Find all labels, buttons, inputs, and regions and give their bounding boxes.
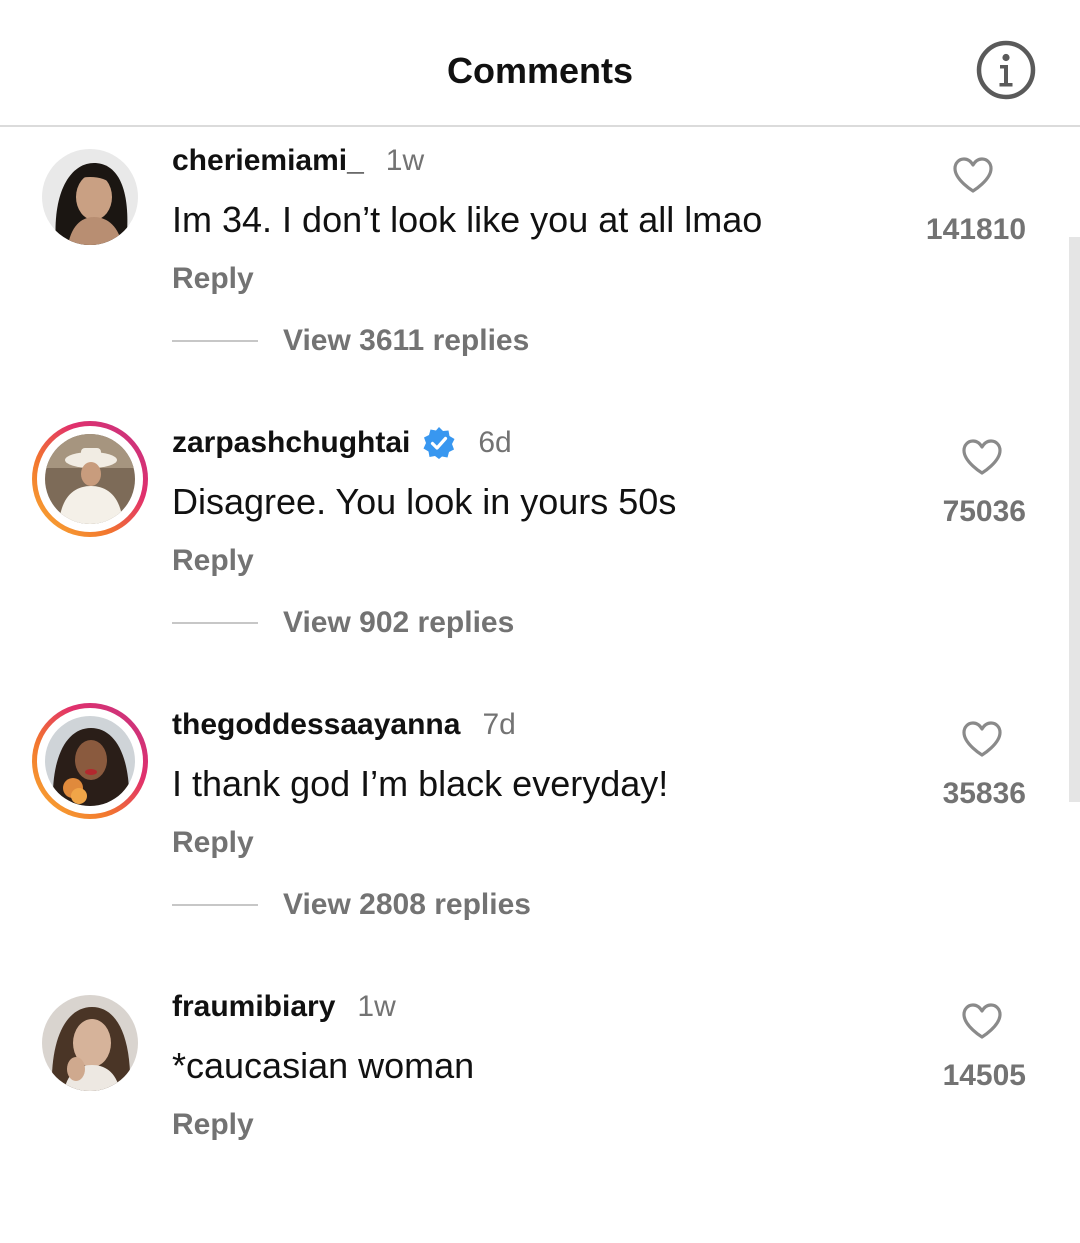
view-replies-button[interactable]: View 3611 replies	[172, 321, 529, 361]
username[interactable]: thegoddessaayanna	[172, 708, 460, 742]
like-count: 14505	[942, 1059, 1026, 1092]
timestamp: 7d	[482, 708, 516, 741]
username[interactable]: cheriemiami_	[172, 144, 364, 178]
like-count: 75036	[942, 495, 1026, 528]
like-count: 35836	[942, 777, 1026, 810]
heart-icon[interactable]	[951, 155, 995, 195]
avatar[interactable]	[32, 421, 148, 537]
reply-button[interactable]: Reply	[172, 544, 254, 578]
comment-item: cheriemiami_ 1w Im 34. I don’t look like…	[0, 127, 1060, 397]
view-replies-button[interactable]: View 902 replies	[172, 603, 514, 643]
comment-text: *caucasian woman	[172, 1045, 475, 1086]
replies-divider-line	[172, 622, 258, 624]
comment-meta: zarpashchughtai 6d	[172, 423, 512, 463]
comment-meta: fraumibiary 1w	[172, 987, 396, 1027]
timestamp: 1w	[385, 144, 425, 177]
reply-button[interactable]: Reply	[172, 826, 254, 860]
view-replies-button[interactable]: View 2808 replies	[172, 885, 531, 925]
heart-icon[interactable]	[960, 437, 1004, 477]
comment-item: zarpashchughtai 6d Disagree. You look in…	[0, 409, 1060, 679]
heart-icon[interactable]	[960, 1001, 1004, 1041]
replies-divider-line	[172, 904, 258, 906]
heart-icon[interactable]	[960, 719, 1004, 759]
comment-meta: cheriemiami_ 1w	[172, 141, 424, 181]
like-count: 141810	[925, 213, 1026, 246]
reply-button[interactable]: Reply	[172, 262, 254, 296]
timestamp: 6d	[478, 426, 512, 459]
comment-text: I thank god I’m black everyday!	[172, 763, 669, 804]
comment-text: Im 34. I don’t look like you at all lmao	[172, 199, 763, 240]
comment-text: Disagree. You look in yours 50s	[172, 481, 677, 522]
view-replies-label: View 902 replies	[283, 606, 515, 639]
timestamp: 1w	[357, 990, 396, 1023]
reply-button[interactable]: Reply	[172, 1108, 254, 1142]
scrollbar[interactable]	[1069, 237, 1080, 802]
avatar[interactable]	[42, 149, 138, 245]
page-title: Comments	[446, 50, 634, 91]
username[interactable]: zarpashchughtai	[172, 426, 410, 460]
verified-badge-icon	[422, 426, 456, 460]
comment-item: fraumibiary 1w *caucasian woman Reply 14…	[0, 973, 1060, 1243]
comment-meta: thegoddessaayanna 7d	[172, 705, 516, 745]
avatar[interactable]	[42, 995, 138, 1091]
comments-header: Comments	[0, 0, 1080, 127]
avatar[interactable]	[32, 703, 148, 819]
view-replies-label: View 3611 replies	[283, 324, 530, 357]
username[interactable]: fraumibiary	[172, 990, 335, 1024]
view-replies-label: View 2808 replies	[283, 888, 531, 921]
replies-divider-line	[172, 340, 258, 342]
comment-item: thegoddessaayanna 7d I thank god I’m bla…	[0, 691, 1060, 961]
info-icon[interactable]	[975, 39, 1037, 101]
